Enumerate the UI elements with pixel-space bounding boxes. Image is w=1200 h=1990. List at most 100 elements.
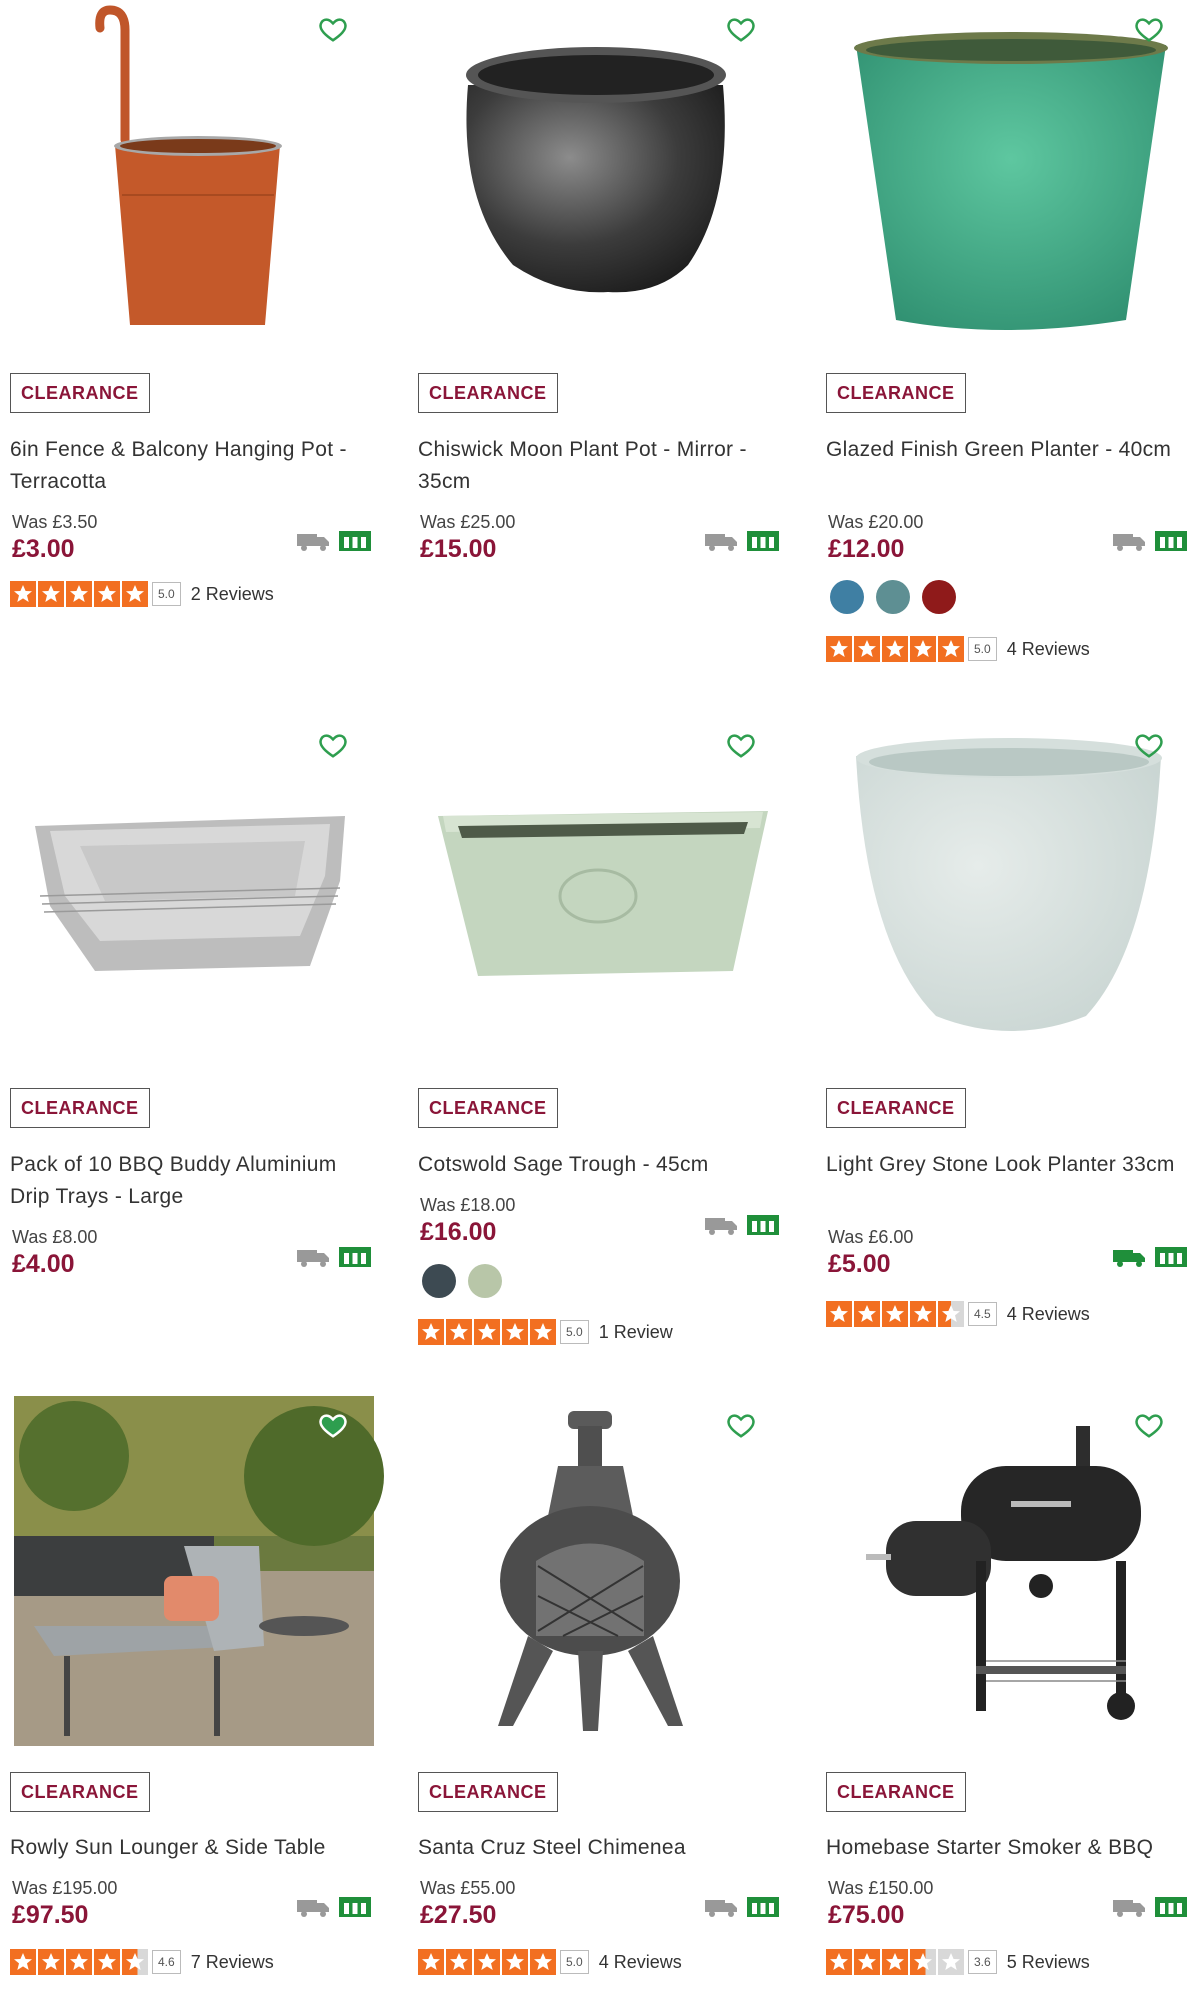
star-icon: [938, 1301, 964, 1327]
wishlist-heart-icon[interactable]: [726, 730, 756, 760]
product-image[interactable]: [418, 716, 788, 1066]
wishlist-heart-icon[interactable]: [1134, 14, 1164, 44]
review-count-link[interactable]: 4 Reviews: [1007, 639, 1090, 660]
product-card[interactable]: CLEARANCE Santa Cruz Steel Chimenea Was …: [418, 1396, 788, 1990]
review-count-link[interactable]: 7 Reviews: [191, 1952, 274, 1973]
product-title[interactable]: Light Grey Stone Look Planter 33cm: [826, 1149, 1196, 1181]
rating-score: 4.5: [968, 1302, 997, 1326]
product-card[interactable]: CLEARANCE Pack of 10 BBQ Buddy Aluminium…: [10, 716, 380, 1396]
product-image[interactable]: [418, 1396, 788, 1746]
colour-swatches: [422, 1264, 502, 1298]
delivery-truck-icon: [705, 1218, 737, 1235]
colour-swatch[interactable]: [468, 1264, 502, 1298]
rating-score: 5.0: [560, 1320, 589, 1344]
delivery-truck-icon: [1113, 1250, 1145, 1267]
product-title[interactable]: Rowly Sun Lounger & Side Table: [10, 1832, 380, 1864]
product-card[interactable]: CLEARANCE Chiswick Moon Plant Pot - Mirr…: [418, 0, 788, 700]
product-image[interactable]: [10, 0, 380, 350]
product-image[interactable]: [826, 716, 1196, 1066]
star-icon: [882, 1301, 908, 1327]
product-title[interactable]: Chiswick Moon Plant Pot - Mirror - 35cm: [418, 434, 788, 498]
review-count-link[interactable]: 2 Reviews: [191, 584, 274, 605]
star-icon: [826, 1301, 852, 1327]
star-rating[interactable]: 4.6 7 Reviews: [10, 1948, 274, 1976]
clearance-badge: CLEARANCE: [418, 1088, 558, 1128]
product-image[interactable]: [418, 0, 788, 350]
delivery-truck-icon: [1113, 534, 1145, 551]
star-icon: [854, 1301, 880, 1327]
product-title[interactable]: Cotswold Sage Trough - 45cm: [418, 1149, 788, 1181]
clearance-badge: CLEARANCE: [826, 373, 966, 413]
sale-price: £15.00: [420, 535, 497, 563]
star-icon: [10, 1949, 36, 1975]
product-card[interactable]: CLEARANCE Rowly Sun Lounger & Side Table…: [10, 1396, 384, 1990]
wishlist-heart-icon[interactable]: [318, 14, 348, 44]
product-image[interactable]: [826, 0, 1196, 350]
click-collect-icon: [339, 1247, 371, 1267]
clearance-badge: CLEARANCE: [10, 1088, 150, 1128]
star-rating[interactable]: 3.6 5 Reviews: [826, 1948, 1090, 1976]
star-icon: [446, 1949, 472, 1975]
product-title[interactable]: 6in Fence & Balcony Hanging Pot - Terrac…: [10, 434, 380, 498]
click-collect-icon: [339, 531, 371, 551]
star-rating[interactable]: 5.0 2 Reviews: [10, 580, 274, 608]
star-icon: [882, 636, 908, 662]
product-card[interactable]: CLEARANCE Glazed Finish Green Planter - …: [826, 0, 1196, 700]
sale-price: £4.00: [12, 1250, 75, 1278]
wishlist-heart-icon[interactable]: [318, 1410, 348, 1440]
wishlist-heart-icon[interactable]: [726, 14, 756, 44]
was-price: Was £150.00: [828, 1878, 934, 1898]
product-image[interactable]: [10, 1396, 384, 1746]
review-count-link[interactable]: 1 Review: [599, 1322, 673, 1343]
product-card[interactable]: CLEARANCE Homebase Starter Smoker & BBQ …: [826, 1396, 1196, 1990]
star-rating[interactable]: 5.0 4 Reviews: [418, 1948, 682, 1976]
product-title[interactable]: Glazed Finish Green Planter - 40cm: [826, 434, 1196, 466]
delivery-truck-icon: [297, 1250, 329, 1267]
star-icon: [66, 1949, 92, 1975]
product-title[interactable]: Pack of 10 BBQ Buddy Aluminium Drip Tray…: [10, 1149, 380, 1213]
product-image[interactable]: [826, 1396, 1196, 1746]
stars: [10, 581, 148, 607]
review-count-link[interactable]: 4 Reviews: [1007, 1304, 1090, 1325]
stars: [826, 636, 964, 662]
colour-swatch[interactable]: [876, 580, 910, 614]
was-price: Was £20.00: [828, 512, 924, 532]
star-rating[interactable]: 5.0 4 Reviews: [826, 635, 1090, 663]
sale-price: £16.00: [420, 1218, 497, 1246]
star-rating[interactable]: 4.5 4 Reviews: [826, 1300, 1090, 1328]
colour-swatch[interactable]: [830, 580, 864, 614]
colour-swatch[interactable]: [922, 580, 956, 614]
colour-swatch[interactable]: [422, 1264, 456, 1298]
star-icon: [826, 636, 852, 662]
click-collect-icon: [1155, 531, 1187, 551]
rating-score: 3.6: [968, 1950, 997, 1974]
was-price: Was £25.00: [420, 512, 516, 532]
delivery-truck-icon: [705, 534, 737, 551]
product-card[interactable]: CLEARANCE Light Grey Stone Look Planter …: [826, 716, 1196, 1396]
product-title[interactable]: Santa Cruz Steel Chimenea: [418, 1832, 788, 1864]
clearance-badge: CLEARANCE: [418, 373, 558, 413]
clearance-badge: CLEARANCE: [826, 1772, 966, 1812]
product-title[interactable]: Homebase Starter Smoker & BBQ: [826, 1832, 1196, 1864]
review-count-link[interactable]: 5 Reviews: [1007, 1952, 1090, 1973]
click-collect-icon: [747, 531, 779, 551]
star-icon: [530, 1319, 556, 1345]
star-rating[interactable]: 5.0 1 Review: [418, 1318, 673, 1346]
star-icon: [938, 636, 964, 662]
stars: [10, 1949, 148, 1975]
wishlist-heart-icon[interactable]: [318, 730, 348, 760]
delivery-truck-icon: [1113, 1900, 1145, 1917]
star-icon: [882, 1949, 908, 1975]
wishlist-heart-icon[interactable]: [726, 1410, 756, 1440]
review-count-link[interactable]: 4 Reviews: [599, 1952, 682, 1973]
star-icon: [122, 581, 148, 607]
product-card[interactable]: CLEARANCE Cotswold Sage Trough - 45cm Wa…: [418, 716, 788, 1396]
product-card[interactable]: CLEARANCE 6in Fence & Balcony Hanging Po…: [10, 0, 380, 700]
product-image[interactable]: [10, 716, 380, 1066]
click-collect-icon: [1155, 1247, 1187, 1267]
wishlist-heart-icon[interactable]: [1134, 730, 1164, 760]
star-icon: [66, 581, 92, 607]
stars: [826, 1301, 964, 1327]
sale-price: £3.00: [12, 535, 75, 563]
wishlist-heart-icon[interactable]: [1134, 1410, 1164, 1440]
